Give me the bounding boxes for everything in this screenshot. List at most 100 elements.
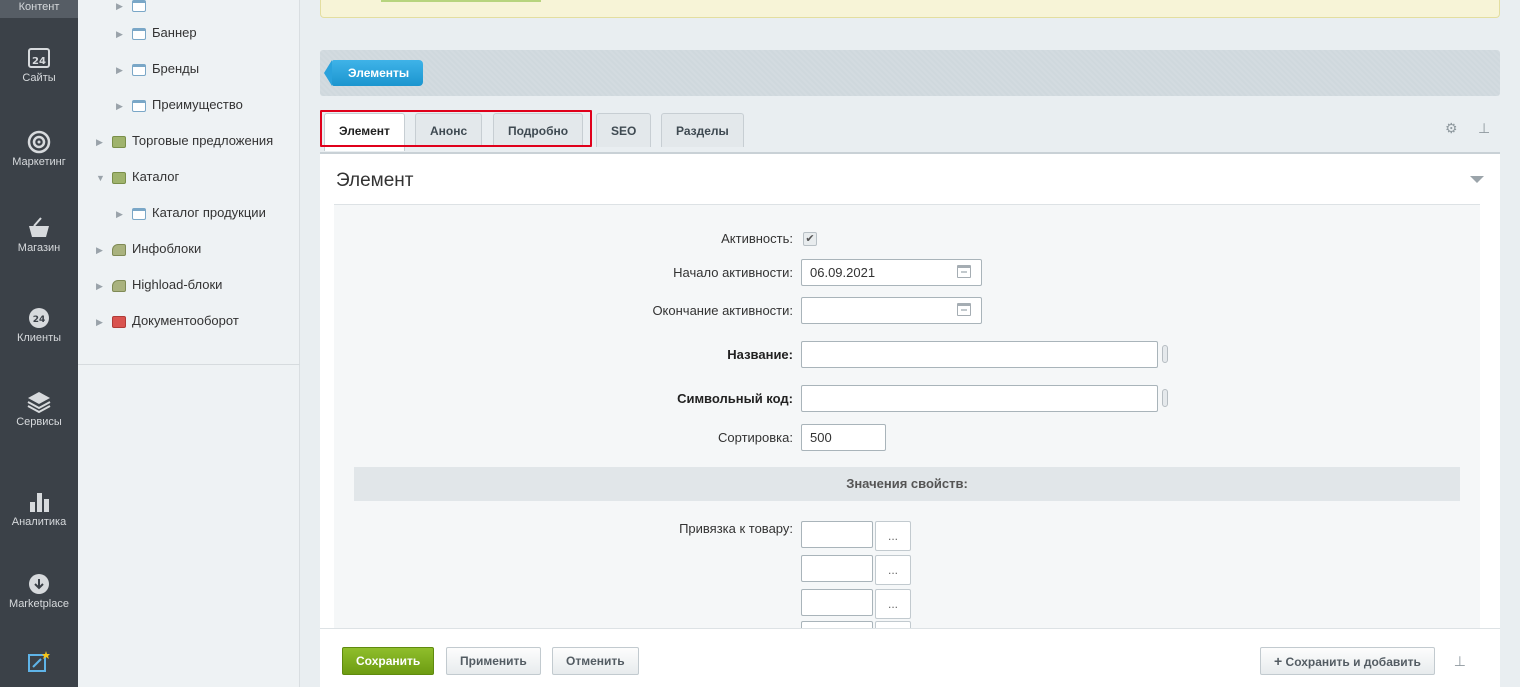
expand-arrow-icon[interactable]: ▶ xyxy=(116,23,128,45)
list-icon xyxy=(132,0,146,12)
tree-item-workflow[interactable]: ▶ Документооборот xyxy=(96,310,239,332)
infoblock-settings-icon xyxy=(112,243,126,256)
tab-sections[interactable]: Разделы xyxy=(661,113,744,147)
nav-item-clients[interactable]: 24 Клиенты xyxy=(0,306,78,344)
calendar-icon[interactable] xyxy=(957,303,971,316)
nav-item-label: Маркетинг xyxy=(12,156,66,168)
name-label: Название: xyxy=(727,347,793,362)
nav-item-marketing[interactable]: Маркетинг xyxy=(0,130,78,168)
target-icon xyxy=(27,130,51,154)
nav-item-marketplace[interactable]: Marketplace xyxy=(0,572,78,610)
sort-label: Сортировка: xyxy=(718,430,793,445)
start-date-input[interactable]: 06.09.2021 xyxy=(801,259,982,286)
nav-item-services[interactable]: Сервисы xyxy=(0,390,78,428)
expand-arrow-icon[interactable]: ▶ xyxy=(116,95,128,117)
product-pick-button[interactable]: ... xyxy=(875,589,911,619)
end-date-input[interactable] xyxy=(801,297,982,324)
collapse-arrow-icon[interactable]: ▼ xyxy=(96,167,108,189)
highload-settings-icon xyxy=(112,279,126,292)
product-link-label: Привязка к товару: xyxy=(679,521,793,536)
svg-text:24: 24 xyxy=(32,56,46,67)
tree-item-product-catalog[interactable]: ▶ Каталог продукции xyxy=(116,202,266,224)
tree-divider xyxy=(78,364,300,365)
active-label: Активность: xyxy=(721,231,793,246)
code-label: Символьный код: xyxy=(677,391,793,406)
nav-item-sites[interactable]: 24 Сайты xyxy=(0,46,78,84)
translit-link-icon[interactable] xyxy=(1162,345,1168,363)
element-form: Активность: ✔ Начало активности: 06.09.2… xyxy=(334,204,1480,644)
active-checkbox[interactable]: ✔ xyxy=(803,232,817,246)
pin-icon[interactable]: ⊥ xyxy=(1454,653,1466,670)
nav-item-label: Магазин xyxy=(17,242,61,254)
tree-item-brands[interactable]: ▶ Бренды xyxy=(116,58,199,80)
calendar-24-icon: 24 xyxy=(28,48,50,68)
layers-icon xyxy=(27,392,51,414)
elements-back-button[interactable]: Элементы xyxy=(323,60,424,86)
sort-input[interactable]: 500 xyxy=(801,424,886,451)
save-and-add-label: Сохранить и добавить xyxy=(1285,655,1421,669)
tree-item-banner[interactable]: ▶ Баннер xyxy=(116,22,197,44)
clients-24-icon: 24 xyxy=(29,308,49,328)
nav-item-analytics[interactable]: Аналитика xyxy=(0,490,78,528)
row-product-link: Привязка к товару: ... ... ... xyxy=(334,521,1480,631)
nav-item-label: Контент xyxy=(18,1,60,13)
notice-link[interactable] xyxy=(381,0,541,2)
panel-title: Элемент xyxy=(336,170,414,191)
context-toolbar: Элементы xyxy=(320,50,1500,96)
collapse-chevron-icon[interactable] xyxy=(1470,176,1484,183)
nav-item-tasks[interactable] xyxy=(0,650,78,676)
content-tree: ▶ ▶ Баннер ▶ Бренды ▶ Преимущество ▶ Торговы… xyxy=(78,0,300,687)
tree-item-label: Преимущество xyxy=(152,97,243,112)
nav-item-shop[interactable]: Магазин xyxy=(0,216,78,254)
tab-highlight-frame xyxy=(320,110,592,147)
nav-item-label: Сайты xyxy=(22,72,56,84)
nav-item-content[interactable]: Контент xyxy=(0,0,78,18)
save-button[interactable]: Сохранить xyxy=(342,647,435,675)
gear-icon[interactable]: ⚙ xyxy=(1445,120,1458,137)
tree-item-label: Документооборот xyxy=(132,313,239,328)
end-date-label: Окончание активности: xyxy=(652,303,793,318)
expand-arrow-icon[interactable]: ▶ xyxy=(116,59,128,81)
expand-arrow-icon[interactable]: ▶ xyxy=(116,0,128,17)
product-link-input[interactable] xyxy=(801,589,873,616)
element-panel: Элемент Активность: ✔ Начало активности:… xyxy=(320,154,1500,644)
expand-arrow-icon[interactable]: ▶ xyxy=(96,239,108,261)
nav-item-label: Marketplace xyxy=(9,598,69,610)
expand-arrow-icon[interactable]: ▶ xyxy=(96,275,108,297)
code-input[interactable] xyxy=(801,385,1158,412)
expand-arrow-icon[interactable]: ▶ xyxy=(96,311,108,333)
save-and-add-button[interactable]: + Сохранить и добавить xyxy=(1260,647,1435,675)
tree-item-advantage[interactable]: ▶ Преимущество xyxy=(116,94,243,116)
tab-strip: Элемент Анонс Подробно SEO Разделы xyxy=(320,110,1500,154)
properties-header: Значения свойств: xyxy=(354,467,1460,501)
tree-item-trade-offers[interactable]: ▶ Торговые предложения xyxy=(96,130,273,152)
list-icon xyxy=(132,99,146,112)
cloud-download-icon xyxy=(29,574,49,594)
nav-item-label: Сервисы xyxy=(16,416,62,428)
expand-arrow-icon[interactable]: ▶ xyxy=(96,131,108,153)
cancel-button[interactable]: Отменить xyxy=(552,647,639,675)
tree-item-infoblocks[interactable]: ▶ Инфоблоки xyxy=(96,238,201,260)
workflow-icon xyxy=(112,315,126,328)
tree-item-label: Бренды xyxy=(152,61,200,76)
row-end-date: Окончание активности: xyxy=(334,297,1480,325)
bar-chart-icon xyxy=(30,493,49,512)
left-navigation-bar: Контент 24 Сайты Маркетинг Магазин 24 Кл… xyxy=(0,0,78,687)
product-link-input[interactable] xyxy=(801,521,873,548)
tab-seo[interactable]: SEO xyxy=(596,113,652,147)
tree-item-highload[interactable]: ▶ Highload-блоки xyxy=(96,274,222,296)
translit-link-icon[interactable] xyxy=(1162,389,1168,407)
product-pick-button[interactable]: ... xyxy=(875,555,911,585)
expand-arrow-icon[interactable]: ▶ xyxy=(116,203,128,225)
tree-item-label: Каталог продукции xyxy=(152,205,266,220)
row-sort: Сортировка: 500 xyxy=(334,424,1480,452)
nav-item-label: Аналитика xyxy=(11,516,67,528)
tree-item-catalog[interactable]: ▼ Каталог xyxy=(96,166,179,188)
pin-icon[interactable]: ⊥ xyxy=(1478,120,1490,137)
calendar-icon[interactable] xyxy=(957,265,971,278)
apply-button[interactable]: Применить xyxy=(446,647,541,675)
product-link-input[interactable] xyxy=(801,555,873,582)
product-pick-button[interactable]: ... xyxy=(875,521,911,551)
tree-item-partial[interactable]: ▶ xyxy=(116,0,152,16)
name-input[interactable] xyxy=(801,341,1158,368)
